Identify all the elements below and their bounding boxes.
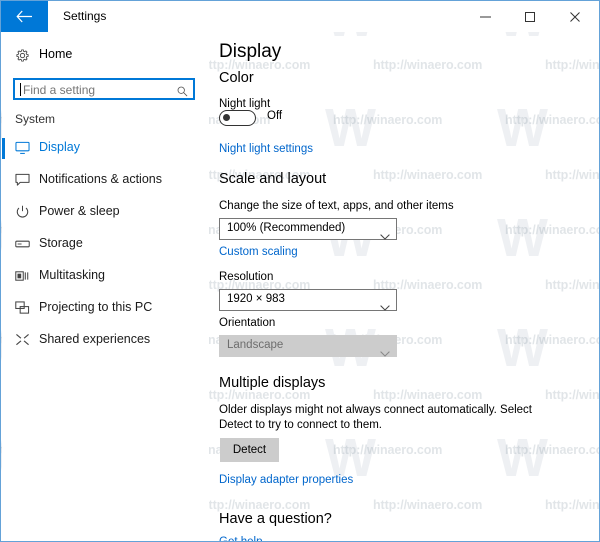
resolution-label: Resolution <box>219 271 273 283</box>
sidebar-item-label: Storage <box>39 236 83 250</box>
search-placeholder: Find a setting <box>23 83 95 97</box>
maximize-button[interactable] <box>509 1 554 32</box>
sidebar-item-shared-experiences[interactable]: Shared experiences <box>2 328 209 353</box>
sidebar-item-display[interactable]: Display <box>2 136 209 161</box>
text-caret <box>20 83 21 96</box>
maximize-icon <box>525 12 537 22</box>
section-heading-scale-layout: Scale and layout <box>219 171 326 187</box>
close-icon <box>570 12 582 22</box>
scale-label: Change the size of text, apps, and other… <box>219 200 454 212</box>
minimize-icon <box>480 12 492 22</box>
night-light-toggle[interactable] <box>219 110 256 126</box>
orientation-dropdown-value: Landscape <box>227 339 283 351</box>
sidebar-item-power-sleep[interactable]: Power & sleep <box>2 200 209 225</box>
night-light-label: Night light <box>219 98 270 110</box>
sidebar: Home Find a setting System Display <box>2 32 209 541</box>
detect-button[interactable]: Detect <box>220 438 279 462</box>
back-arrow-icon <box>16 10 33 23</box>
search-input[interactable]: Find a setting <box>13 78 195 100</box>
sidebar-item-home[interactable]: Home <box>2 41 209 71</box>
section-heading-have-a-question: Have a question? <box>219 511 332 527</box>
scale-dropdown-value: 100% (Recommended) <box>227 222 345 234</box>
multiple-displays-description-line1: Older displays might not always connect … <box>219 403 532 418</box>
sidebar-item-notifications-actions[interactable]: Notifications & actions <box>2 168 209 193</box>
night-light-state: Off <box>267 110 282 122</box>
share-icon <box>15 333 30 352</box>
get-help-link[interactable]: Get help <box>219 536 262 542</box>
sidebar-item-label: Projecting to this PC <box>39 300 152 314</box>
section-heading-multiple-displays: Multiple displays <box>219 375 325 391</box>
chevron-down-icon <box>380 298 390 316</box>
sidebar-item-storage[interactable]: Storage <box>2 232 209 257</box>
multiple-displays-description-line2: Detect to try to connect to them. <box>219 418 382 433</box>
page-title: Display <box>219 41 281 63</box>
gear-icon <box>15 48 30 68</box>
minimize-button[interactable] <box>464 1 509 32</box>
sidebar-home-label: Home <box>39 47 72 61</box>
sidebar-item-label: Multitasking <box>39 268 105 282</box>
resolution-dropdown[interactable]: 1920 × 983 <box>219 289 397 311</box>
main-content: Display Color Night light Off Night ligh… <box>209 32 600 541</box>
toggle-knob <box>223 114 230 121</box>
sidebar-item-label: Power & sleep <box>39 204 120 218</box>
chevron-down-icon <box>380 227 390 245</box>
sidebar-group-label: System <box>15 112 55 126</box>
chevron-down-icon <box>380 344 390 362</box>
title-bar: Settings <box>1 1 599 32</box>
back-button[interactable] <box>1 1 48 32</box>
multitask-icon <box>15 269 30 288</box>
sidebar-item-projecting-to-this-pc[interactable]: Projecting to this PC <box>2 296 209 321</box>
sidebar-item-label: Shared experiences <box>39 332 150 346</box>
resolution-dropdown-value: 1920 × 983 <box>227 293 285 305</box>
drive-icon <box>15 237 30 256</box>
project-icon <box>15 301 30 320</box>
scale-dropdown[interactable]: 100% (Recommended) <box>219 218 397 240</box>
settings-window: Settings Home <box>0 0 600 542</box>
sidebar-item-multitasking[interactable]: Multitasking <box>2 264 209 289</box>
search-icon[interactable] <box>177 84 188 102</box>
notification-icon <box>15 173 30 192</box>
sidebar-item-label: Notifications & actions <box>39 172 162 186</box>
sidebar-item-label: Display <box>39 140 80 154</box>
orientation-dropdown: Landscape <box>219 335 397 357</box>
custom-scaling-link[interactable]: Custom scaling <box>219 246 298 258</box>
window-title: Settings <box>63 9 106 23</box>
orientation-label: Orientation <box>219 317 275 329</box>
power-icon <box>15 205 30 224</box>
night-light-settings-link[interactable]: Night light settings <box>219 143 313 155</box>
section-heading-color: Color <box>219 70 254 86</box>
display-adapter-properties-link[interactable]: Display adapter properties <box>219 474 353 486</box>
monitor-icon <box>15 141 30 160</box>
close-button[interactable] <box>554 1 599 32</box>
